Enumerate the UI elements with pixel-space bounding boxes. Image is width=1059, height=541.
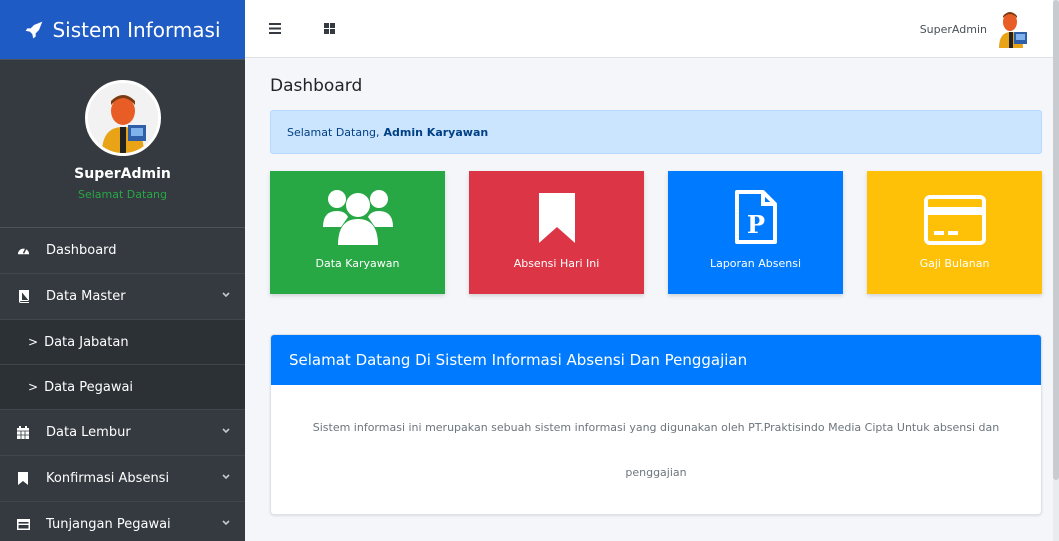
svg-text:P: P <box>746 210 764 239</box>
summary-boxes: Data Karyawan Absensi Hari Ini P Laporan… <box>270 171 1042 294</box>
credit-card-icon <box>923 195 986 245</box>
menu-toggle-button[interactable] <box>265 19 285 39</box>
main-content: Dashboard Selamat Datang, Admin Karyawan… <box>270 58 1042 515</box>
sidebar-item-prefix: > <box>28 335 39 349</box>
bookmark-icon <box>16 472 30 486</box>
user-status: Selamat Datang <box>77 188 168 201</box>
sidebar-item-label: Data Master <box>46 289 126 304</box>
scrollbar-thumb[interactable] <box>1053 0 1059 480</box>
avatar <box>84 80 161 156</box>
welcome-alert: Selamat Datang, Admin Karyawan <box>270 110 1042 154</box>
page-scrollbar[interactable] <box>1053 0 1059 541</box>
box-label: Data Karyawan <box>315 257 400 270</box>
sidebar-item-prefix: > <box>28 380 39 394</box>
calendar-icon <box>16 426 30 440</box>
file-p-icon: P <box>734 190 777 244</box>
info-card-text: Sistem informasi ini merupakan sebuah si… <box>312 421 1000 479</box>
user-avatar-icon <box>87 83 158 153</box>
dashboard-icon <box>16 244 30 258</box>
box-data-karyawan[interactable]: Data Karyawan <box>270 171 445 294</box>
info-card-body: Sistem informasi ini merupakan sebuah si… <box>271 385 1041 514</box>
sidebar-item-label: Konfirmasi Absensi <box>46 471 170 486</box>
sidebar-item-data-jabatan[interactable]: > Data Jabatan <box>0 320 245 365</box>
brand-title: Sistem Informasi <box>52 17 221 42</box>
users-icon <box>322 190 393 245</box>
topbar-username: SuperAdmin <box>919 22 987 36</box>
sidebar-item-data-pegawai[interactable]: > Data Pegawai <box>0 365 245 410</box>
sidebar-item-tunjangan-pegawai[interactable]: Tunjangan Pegawai <box>0 502 245 541</box>
sidebar-menu: Dashboard Data Master > Data Jabatan > D… <box>0 228 245 541</box>
welcome-name: Admin Karyawan <box>383 125 489 139</box>
user-avatar-icon <box>999 12 1027 48</box>
book-icon <box>16 290 30 304</box>
box-label: Gaji Bulanan <box>919 257 990 270</box>
sidebar-item-label: Tunjangan Pegawai <box>46 517 171 532</box>
page-title: Dashboard <box>270 76 363 96</box>
sidebar-item-data-lembur[interactable]: Data Lembur <box>0 410 245 456</box>
box-absensi-hari-ini[interactable]: Absensi Hari Ini <box>469 171 644 294</box>
chevron-down-icon <box>222 292 230 298</box>
box-label: Absensi Hari Ini <box>513 257 600 270</box>
user-panel: SuperAdmin Selamat Datang <box>0 60 245 228</box>
brand[interactable]: Sistem Informasi <box>0 0 245 60</box>
bookmark-icon <box>538 193 575 243</box>
user-name: SuperAdmin <box>74 166 171 182</box>
topbar-user-menu[interactable]: SuperAdmin <box>920 10 1027 48</box>
chevron-down-icon <box>222 474 230 480</box>
sidebar-item-dashboard[interactable]: Dashboard <box>0 228 245 274</box>
sidebar-item-label: Data Pegawai <box>44 379 134 395</box>
sidebar-item-label: Data Jabatan <box>44 334 129 350</box>
chevron-down-icon <box>222 520 230 526</box>
info-card: Selamat Datang Di Sistem Informasi Absen… <box>270 334 1042 515</box>
box-label: Laporan Absensi <box>709 257 802 270</box>
sidebar-item-label: Data Lembur <box>46 425 131 440</box>
grid-view-button[interactable] <box>319 19 339 39</box>
box-laporan-absensi[interactable]: P Laporan Absensi <box>668 171 843 294</box>
sidebar-item-konfirmasi-absensi[interactable]: Konfirmasi Absensi <box>0 456 245 502</box>
sidebar-item-data-master[interactable]: Data Master <box>0 274 245 320</box>
info-card-header: Selamat Datang Di Sistem Informasi Absen… <box>271 335 1041 385</box>
topbar: SuperAdmin <box>245 0 1059 58</box>
chevron-down-icon <box>222 428 230 434</box>
rocket-icon <box>26 21 43 38</box>
hamburger-icon <box>269 23 281 34</box>
sidebar: Sistem Informasi SuperAdmin Selamat Data… <box>0 0 245 541</box>
box-gaji-bulanan[interactable]: Gaji Bulanan <box>867 171 1042 294</box>
grid-icon <box>323 23 335 34</box>
welcome-text: Selamat Datang, <box>287 125 380 139</box>
credit-card-icon <box>16 518 30 532</box>
sidebar-item-label: Dashboard <box>46 243 117 258</box>
